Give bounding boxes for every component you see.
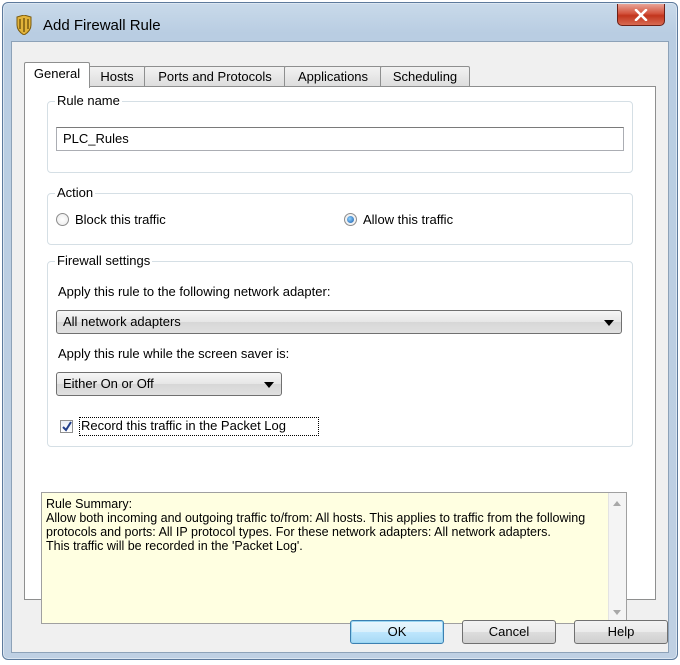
rule-summary-text: Rule Summary: Allow both incoming and ou… xyxy=(46,497,586,553)
action-group: Action Block this traffic Allow this tra… xyxy=(47,185,633,245)
dropdown-arrow-icon xyxy=(264,382,274,388)
screensaver-prompt: Apply this rule while the screen saver i… xyxy=(58,346,290,361)
record-packet-log-checkbox[interactable] xyxy=(60,420,73,433)
shield-icon xyxy=(15,14,33,36)
rule-summary-box[interactable]: Rule Summary: Allow both incoming and ou… xyxy=(41,492,627,624)
cancel-button[interactable]: Cancel xyxy=(462,620,556,644)
general-tab-panel: Rule name PLC_Rules Action Block this tr… xyxy=(24,86,656,624)
help-button[interactable]: Help xyxy=(574,620,668,644)
screensaver-value: Either On or Off xyxy=(63,376,154,391)
firewall-settings-legend: Firewall settings xyxy=(55,253,153,269)
dialog-client-area: General Hosts Ports and Protocols Applic… xyxy=(11,41,669,653)
checkmark-icon xyxy=(62,421,72,432)
network-adapter-value: All network adapters xyxy=(63,314,181,329)
dropdown-arrow-icon xyxy=(604,320,614,326)
radio-selected xyxy=(344,213,357,226)
ok-button[interactable]: OK xyxy=(350,620,444,644)
close-icon xyxy=(634,8,648,21)
close-button[interactable] xyxy=(617,4,665,26)
tab-hosts[interactable]: Hosts xyxy=(88,66,146,87)
allow-traffic-radio[interactable]: Allow this traffic xyxy=(344,212,453,227)
rule-name-input[interactable]: PLC_Rules xyxy=(56,127,624,151)
rule-name-legend: Rule name xyxy=(55,93,122,109)
tab-ports-and-protocols[interactable]: Ports and Protocols xyxy=(144,66,286,87)
tab-applications[interactable]: Applications xyxy=(284,66,382,87)
block-traffic-radio[interactable]: Block this traffic xyxy=(56,212,166,227)
radio-unselected xyxy=(56,213,69,226)
window-title: Add Firewall Rule xyxy=(43,17,161,34)
allow-traffic-label: Allow this traffic xyxy=(363,212,454,227)
firewall-settings-group: Firewall settings Apply this rule to the… xyxy=(47,253,633,447)
network-adapter-select[interactable]: All network adapters xyxy=(56,310,622,334)
action-legend: Action xyxy=(55,185,96,201)
record-packet-log-label[interactable]: Record this traffic in the Packet Log xyxy=(81,418,286,433)
screensaver-select[interactable]: Either On or Off xyxy=(56,372,282,396)
tab-scheduling[interactable]: Scheduling xyxy=(380,66,470,87)
rule-name-group: Rule name PLC_Rules xyxy=(47,93,633,173)
adapter-prompt: Apply this rule to the following network… xyxy=(58,284,331,299)
scroll-down-icon[interactable] xyxy=(613,610,621,615)
tab-general[interactable]: General xyxy=(24,62,90,88)
block-traffic-label: Block this traffic xyxy=(75,212,166,227)
summary-scrollbar[interactable] xyxy=(608,493,626,623)
dialog-window: Add Firewall Rule General Hosts Ports an… xyxy=(2,2,678,660)
scroll-up-icon[interactable] xyxy=(613,501,621,506)
